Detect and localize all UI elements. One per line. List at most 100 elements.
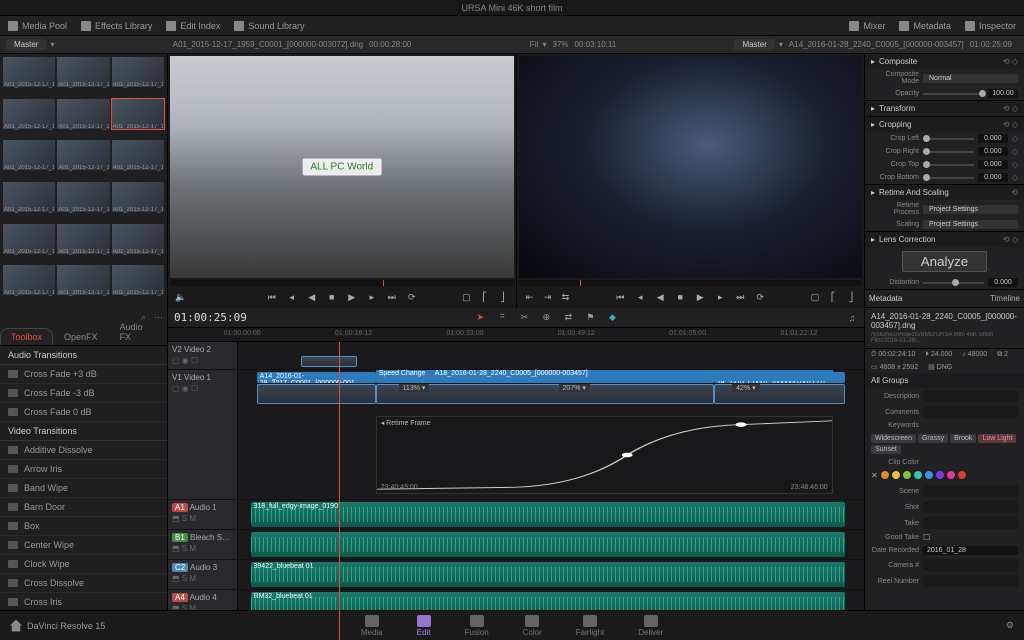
media-thumb[interactable]: A01_2015-12-17_1 <box>3 182 55 212</box>
fit-dropdown[interactable]: Fit <box>530 40 539 49</box>
track-header[interactable]: B1 Bleach S…⬒ S M <box>168 530 238 559</box>
nav-media[interactable]: Media <box>361 615 383 637</box>
pointer-tool-icon[interactable]: ➤ <box>474 312 486 324</box>
media-thumb[interactable]: A01_2015-12-17_1 <box>112 224 164 254</box>
media-thumb[interactable]: A01_2015-12-17_1 <box>112 265 164 295</box>
meta-field-input[interactable] <box>923 559 1018 571</box>
tab-effects-library[interactable]: Effects Library <box>81 21 152 31</box>
record-viewer[interactable] <box>519 56 863 278</box>
next-frame-icon[interactable]: ▸ <box>367 292 377 302</box>
media-thumb[interactable]: A01_2015-12-17_1 <box>3 265 55 295</box>
home-icon[interactable] <box>10 620 22 632</box>
fx-item[interactable]: Center Wipe <box>0 536 167 555</box>
tab-sound-library[interactable]: Sound Library <box>234 21 304 31</box>
meta-field-input[interactable] <box>923 485 1018 497</box>
loop-icon[interactable]: ⟳ <box>755 292 765 302</box>
media-thumb[interactable]: A01_2015-12-17_1 <box>3 99 55 129</box>
fx-item[interactable]: Cross Fade 0 dB <box>0 403 167 422</box>
play-reverse-icon[interactable]: ◀ <box>307 292 317 302</box>
match-frame-icon[interactable]: ▢ <box>462 292 472 302</box>
media-thumb[interactable]: A01_2015-12-17_1 <box>57 140 109 170</box>
retime-process-dropdown[interactable]: Project Settings <box>923 205 1018 214</box>
track-header[interactable]: V2 Video 2▢ ◉ ☐ <box>168 342 238 369</box>
meta-field-input[interactable] <box>923 575 1018 587</box>
tab-inspector[interactable]: Inspector <box>965 21 1016 31</box>
media-thumb[interactable]: A01_2015-12-17_1 <box>57 224 109 254</box>
retime-header[interactable]: ▸ Retime And Scaling⟲ <box>865 185 1024 200</box>
clip-label[interactable]: A14_2016-01-28_2217_C0001_[000000-001 <box>257 372 376 383</box>
metadata-tab[interactable]: Metadata <box>869 294 902 303</box>
media-thumb[interactable]: A01_2015-12-17_1 <box>112 140 164 170</box>
fx-item[interactable]: Arrow Iris <box>0 460 167 479</box>
blade-tool-icon[interactable]: ✂ <box>518 312 530 324</box>
fx-item[interactable]: Additive Dissolve <box>0 441 167 460</box>
first-frame-icon[interactable]: ⏮ <box>267 292 277 302</box>
fx-item[interactable]: Band Wipe <box>0 479 167 498</box>
clip[interactable] <box>301 356 357 367</box>
fx-tab[interactable]: Toolbox <box>0 328 53 345</box>
crop-slider[interactable] <box>923 151 974 153</box>
trim-tool-icon[interactable]: ⎶ <box>496 312 508 324</box>
distortion-slider[interactable] <box>923 282 984 284</box>
insert-icon[interactable]: ⇤ <box>525 292 535 302</box>
cropping-header[interactable]: ▸ Cropping⟲ ◇ <box>865 117 1024 132</box>
fx-item[interactable]: Clock Wipe <box>0 555 167 574</box>
media-thumb[interactable]: A01_2015-12-17_1 <box>3 57 55 87</box>
media-thumb[interactable]: A01_2015-12-17_1 <box>112 99 164 129</box>
play-reverse-icon[interactable]: ◀ <box>655 292 665 302</box>
media-thumb[interactable]: A01_2015-12-17_1 <box>57 265 109 295</box>
transform-header[interactable]: ▸ Transform⟲ ◇ <box>865 101 1024 116</box>
search-icon[interactable]: ⌕ <box>141 312 146 323</box>
meta-field-input[interactable] <box>923 517 1018 529</box>
mark-out-icon[interactable]: ⎦ <box>498 292 508 302</box>
volume-icon[interactable]: 🔈 <box>176 292 186 302</box>
mark-out-icon[interactable]: ⎦ <box>846 292 856 302</box>
tab-edit-index[interactable]: Edit Index <box>166 21 220 31</box>
project-settings-icon[interactable]: ⚙ <box>1006 620 1014 631</box>
fx-item[interactable]: Cross Fade -3 dB <box>0 384 167 403</box>
keywords[interactable]: WidescreenGrassyBrookLow LightSunset <box>865 431 1024 457</box>
crop-slider[interactable] <box>923 164 974 166</box>
mark-in-icon[interactable]: ⎡ <box>828 292 838 302</box>
media-thumb[interactable]: A01_2015-12-17_1 <box>57 57 109 87</box>
audio-clip[interactable]: 39422_bluebeat 01 <box>251 562 846 587</box>
good-take-checkbox[interactable]: ☐ <box>923 533 930 542</box>
media-thumb[interactable]: A01_2015-12-17_1 <box>57 182 109 212</box>
prev-frame-icon[interactable]: ◂ <box>635 292 645 302</box>
retime-curve[interactable]: ◂ Retime Frame 23:40:49:00 23:48:46:00 <box>376 416 833 494</box>
speed-pct[interactable]: 42% ▾ <box>732 384 759 392</box>
speed-change-bar[interactable]: Speed Change A18_2016-01-28_2240_C0005_[… <box>376 370 833 381</box>
nav-fairlight[interactable]: Fairlight <box>576 615 604 637</box>
opacity-slider[interactable] <box>923 93 984 95</box>
timeline-ruler[interactable]: 01:00:00:0001:00:16:1201:00:33:0001:00:4… <box>168 328 864 342</box>
media-thumb[interactable]: A01_2015-12-17_1 <box>3 140 55 170</box>
media-thumb[interactable]: A01_2015-12-17_1 <box>112 57 164 87</box>
overwrite-icon[interactable]: ⇥ <box>543 292 553 302</box>
audio-clip[interactable]: 318_full_edgy-image_0190 <box>251 502 846 527</box>
clip-color-picker[interactable]: ✕ <box>865 468 1024 483</box>
scaling-dropdown[interactable]: Project Settings <box>923 220 1018 229</box>
prev-frame-icon[interactable]: ◂ <box>287 292 297 302</box>
meta-field-input[interactable] <box>923 390 1018 402</box>
track-header[interactable]: A1 Audio 1⬒ S M <box>168 500 238 529</box>
composite-mode-dropdown[interactable]: Normal <box>923 74 1018 83</box>
audio-clip[interactable] <box>251 532 846 557</box>
meta-field-input[interactable] <box>923 406 1018 418</box>
composite-header[interactable]: ▸ Composite⟲ ◇ <box>865 54 1024 69</box>
lens-header[interactable]: ▸ Lens Correction⟲ ◇ <box>865 232 1024 247</box>
fx-item[interactable]: Barn Door <box>0 498 167 517</box>
options-icon[interactable]: ⋯ <box>154 312 163 323</box>
first-frame-icon[interactable]: ⏮ <box>615 292 625 302</box>
nav-deliver[interactable]: Deliver <box>638 615 663 637</box>
media-thumb[interactable]: A01_2015-12-17_1 <box>112 182 164 212</box>
timeline-dropdown[interactable]: Master <box>734 39 774 50</box>
crop-slider[interactable] <box>923 177 974 179</box>
fx-tab[interactable]: OpenFX <box>53 328 109 345</box>
nav-fusion[interactable]: Fusion <box>465 615 489 637</box>
timeline-tab[interactable]: Timeline <box>990 294 1020 303</box>
link-tool-icon[interactable]: ⇄ <box>562 312 574 324</box>
music-icon[interactable]: ♫ <box>846 312 858 324</box>
loop-icon[interactable]: ⟳ <box>407 292 417 302</box>
tab-media-pool[interactable]: Media Pool <box>8 21 67 31</box>
marker-tool-icon[interactable]: ◆ <box>606 312 618 324</box>
